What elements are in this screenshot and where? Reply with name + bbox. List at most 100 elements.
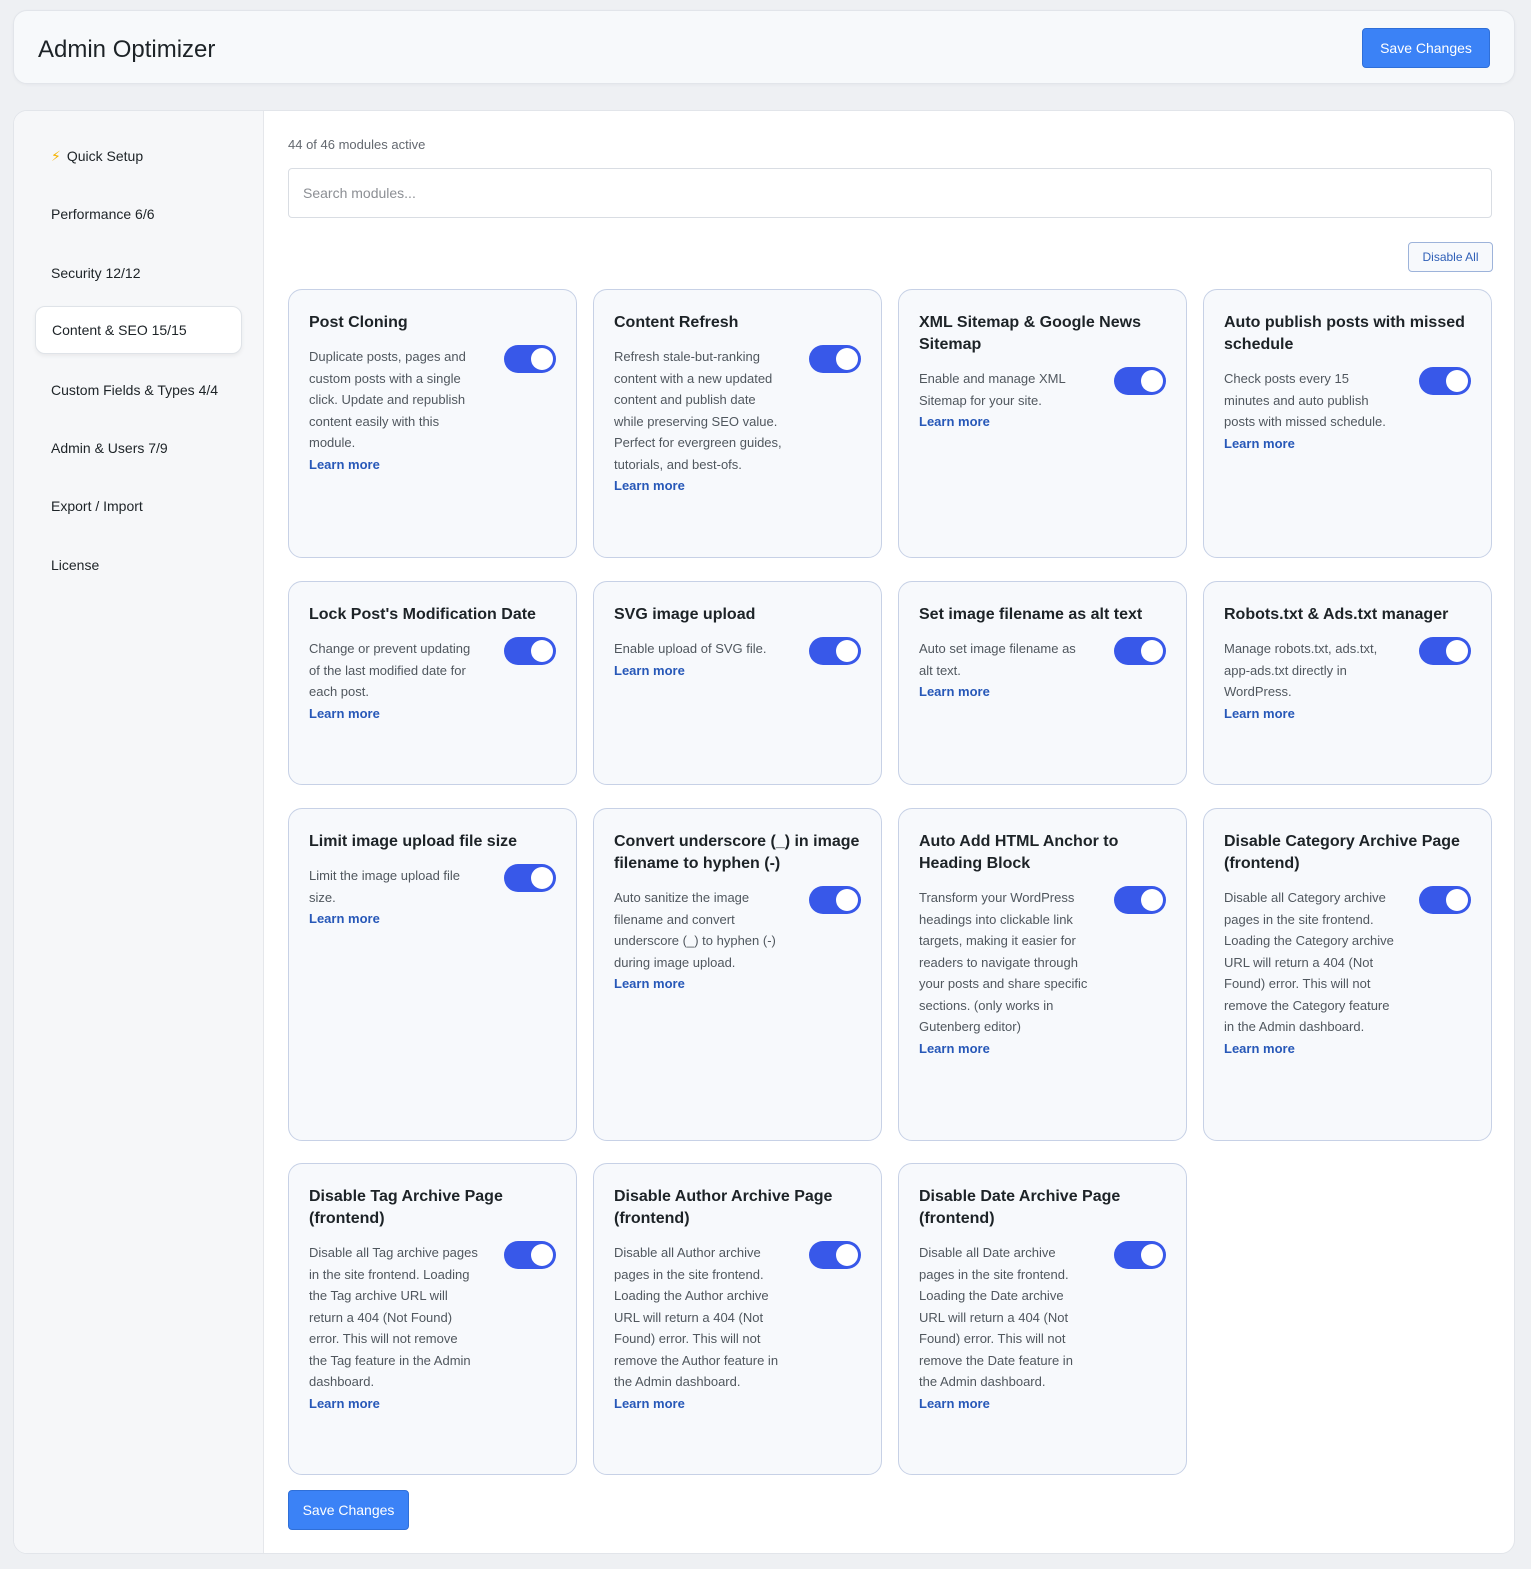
module-toggle[interactable] xyxy=(809,637,861,665)
learn-more-link[interactable]: Learn more xyxy=(614,1393,784,1415)
module-title: Convert underscore (_) in image filename… xyxy=(614,833,860,872)
sidebar-item-export-import[interactable]: Export / Import xyxy=(35,482,242,530)
module-card: Set image filename as alt text Auto set … xyxy=(898,581,1187,785)
module-description: Limit the image upload file size. Learn … xyxy=(309,865,479,930)
toggle-knob xyxy=(531,867,553,889)
module-description: Check posts every 15 minutes and auto pu… xyxy=(1224,368,1394,454)
module-toggle[interactable] xyxy=(504,345,556,373)
sidebar-item-license[interactable]: License xyxy=(35,541,242,589)
module-description: Transform your WordPress headings into c… xyxy=(919,887,1089,1059)
main-panel: ⚡ Quick Setup Performance 6/6 Security 1… xyxy=(13,110,1515,1554)
module-toggle[interactable] xyxy=(809,886,861,914)
save-button-bottom[interactable]: Save Changes xyxy=(288,1490,409,1530)
module-title: Disable Date Archive Page (frontend) xyxy=(919,1188,1121,1227)
module-description: Enable and manage XML Sitemap for your s… xyxy=(919,368,1089,433)
toggle-knob xyxy=(531,1244,553,1266)
sidebar-item-label: Quick Setup xyxy=(66,148,144,164)
module-title: Auto Add HTML Anchor to Heading Block xyxy=(919,833,1119,872)
sidebar-item-content-seo[interactable]: Content & SEO 15/15 xyxy=(35,306,242,354)
module-card: Convert underscore (_) in image filename… xyxy=(593,808,882,1141)
module-toggle[interactable] xyxy=(504,1241,556,1269)
learn-more-link[interactable]: Learn more xyxy=(919,1038,1089,1060)
learn-more-link[interactable]: Learn more xyxy=(1224,1038,1394,1060)
lightning-icon: ⚡ xyxy=(51,147,61,164)
learn-more-link[interactable]: Learn more xyxy=(614,973,784,995)
module-title: Disable Category Archive Page (frontend) xyxy=(1224,833,1460,872)
module-description: Refresh stale-but-ranking content with a… xyxy=(614,346,784,497)
learn-more-link[interactable]: Learn more xyxy=(919,681,1089,703)
module-description: Enable upload of SVG file. Learn more xyxy=(614,638,784,681)
search-input[interactable] xyxy=(288,168,1492,218)
module-title: Set image filename as alt text xyxy=(919,606,1143,623)
sidebar-item-custom-fields[interactable]: Custom Fields & Types 4/4 xyxy=(35,366,242,414)
module-toggle[interactable] xyxy=(1419,886,1471,914)
learn-more-link[interactable]: Learn more xyxy=(309,454,479,476)
module-description: Auto sanitize the image filename and con… xyxy=(614,887,784,995)
disable-all-button[interactable]: Disable All xyxy=(1408,242,1493,272)
module-card: Disable Date Archive Page (frontend) Dis… xyxy=(898,1163,1187,1475)
learn-more-link[interactable]: Learn more xyxy=(614,660,784,682)
learn-more-link[interactable]: Learn more xyxy=(309,908,479,930)
module-title: SVG image upload xyxy=(614,606,756,623)
sidebar-item-label: Export / Import xyxy=(51,498,143,514)
module-card: Lock Post's Modification Date Change or … xyxy=(288,581,577,785)
app-title: Admin Optimizer xyxy=(38,36,216,63)
learn-more-link[interactable]: Learn more xyxy=(919,1393,1089,1415)
module-title: Lock Post's Modification Date xyxy=(309,606,536,623)
toggle-knob xyxy=(836,889,858,911)
learn-more-link[interactable]: Learn more xyxy=(614,475,784,497)
sidebar-item-label: Security 12/12 xyxy=(51,265,141,281)
toggle-knob xyxy=(1446,370,1468,392)
module-toggle[interactable] xyxy=(1114,1241,1166,1269)
module-card: Post Cloning Duplicate posts, pages and … xyxy=(288,289,577,558)
toggle-knob xyxy=(1141,1244,1163,1266)
toggle-knob xyxy=(1141,889,1163,911)
module-title: Disable Tag Archive Page (frontend) xyxy=(309,1188,503,1227)
module-toggle[interactable] xyxy=(1114,367,1166,395)
module-description: Disable all Author archive pages in the … xyxy=(614,1242,784,1414)
module-card: Disable Category Archive Page (frontend)… xyxy=(1203,808,1492,1141)
toggle-knob xyxy=(836,1244,858,1266)
sidebar-item-quick-setup[interactable]: ⚡ Quick Setup xyxy=(35,132,242,180)
sidebar-item-label: Admin & Users 7/9 xyxy=(51,440,168,456)
toggle-knob xyxy=(1141,370,1163,392)
module-toggle[interactable] xyxy=(1419,367,1471,395)
module-card: SVG image upload Enable upload of SVG fi… xyxy=(593,581,882,785)
learn-more-link[interactable]: Learn more xyxy=(1224,433,1394,455)
module-toggle[interactable] xyxy=(504,864,556,892)
learn-more-link[interactable]: Learn more xyxy=(309,703,479,725)
learn-more-link[interactable]: Learn more xyxy=(309,1393,479,1415)
save-button[interactable]: Save Changes xyxy=(1362,28,1490,68)
toggle-knob xyxy=(836,348,858,370)
module-toggle[interactable] xyxy=(1114,886,1166,914)
sidebar-item-security[interactable]: Security 12/12 xyxy=(35,249,242,297)
learn-more-link[interactable]: Learn more xyxy=(919,411,1089,433)
module-description: Disable all Tag archive pages in the sit… xyxy=(309,1242,479,1414)
module-toggle[interactable] xyxy=(1114,637,1166,665)
toggle-knob xyxy=(1141,640,1163,662)
module-card: Disable Author Archive Page (frontend) D… xyxy=(593,1163,882,1475)
content-area: 44 of 46 modules active Disable All Post… xyxy=(288,111,1493,1553)
module-title: XML Sitemap & Google News Sitemap xyxy=(919,314,1141,353)
module-toggle[interactable] xyxy=(809,345,861,373)
module-title: Content Refresh xyxy=(614,314,739,331)
module-toggle[interactable] xyxy=(809,1241,861,1269)
module-title: Post Cloning xyxy=(309,314,408,331)
module-description: Disable all Date archive pages in the si… xyxy=(919,1242,1089,1414)
module-description: Change or prevent updating of the last m… xyxy=(309,638,479,724)
module-toggle[interactable] xyxy=(1419,637,1471,665)
learn-more-link[interactable]: Learn more xyxy=(1224,703,1394,725)
module-title: Robots.txt & Ads.txt manager xyxy=(1224,606,1449,623)
module-description: Manage robots.txt, ads.txt, app-ads.txt … xyxy=(1224,638,1394,724)
module-card: Disable Tag Archive Page (frontend) Disa… xyxy=(288,1163,577,1475)
module-description: Duplicate posts, pages and custom posts … xyxy=(309,346,479,475)
toggle-knob xyxy=(531,348,553,370)
module-card: Limit image upload file size Limit the i… xyxy=(288,808,577,1141)
module-title: Limit image upload file size xyxy=(309,833,518,850)
module-toggle[interactable] xyxy=(504,637,556,665)
module-description: Auto set image filename as alt text. Lea… xyxy=(919,638,1089,703)
sidebar-item-admin-users[interactable]: Admin & Users 7/9 xyxy=(35,424,242,472)
sidebar-item-performance[interactable]: Performance 6/6 xyxy=(35,190,242,238)
toggle-knob xyxy=(531,640,553,662)
header: Admin Optimizer Save Changes xyxy=(13,10,1515,84)
